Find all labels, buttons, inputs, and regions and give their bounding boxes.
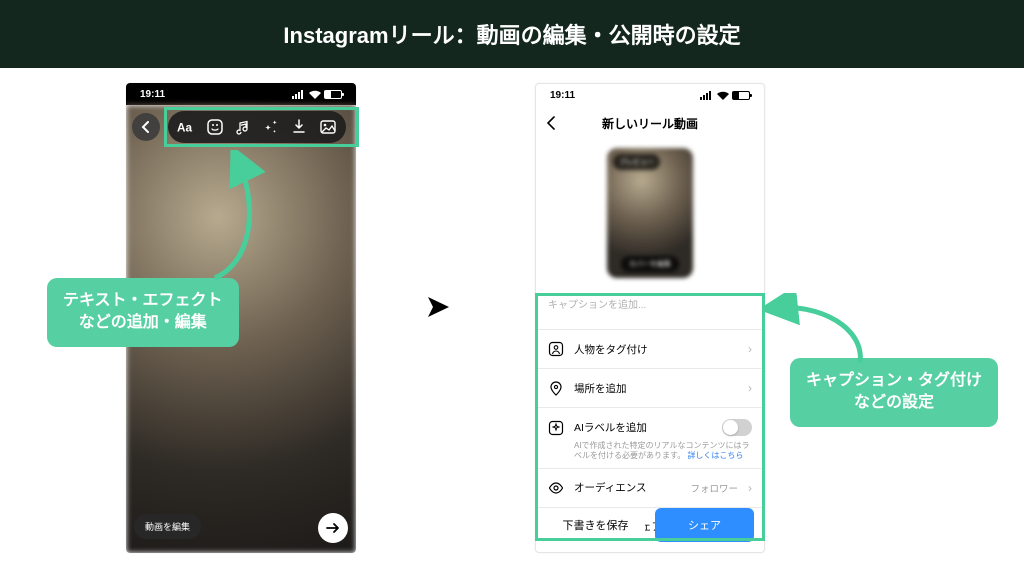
status-time: 19:11 — [550, 90, 575, 101]
cover-edit-badge: カバーを編集 — [621, 256, 679, 272]
status-icons — [700, 91, 750, 100]
arrow-right-annotation — [765, 293, 885, 373]
arrow-left-annotation — [195, 150, 285, 285]
status-icons — [292, 90, 342, 99]
next-button[interactable] — [318, 513, 348, 543]
wifi-icon — [717, 91, 729, 100]
page-title: Instagramリール：動画の編集・公開時の設定 — [0, 0, 1024, 68]
signal-icon — [700, 91, 714, 100]
back-button[interactable] — [132, 113, 160, 141]
status-time: 19:11 — [140, 89, 165, 100]
edit-video-button[interactable]: 動画を編集 — [134, 514, 201, 539]
preview-badge: プレビュー — [613, 154, 660, 170]
wifi-icon — [309, 90, 321, 99]
arrow-right-icon — [326, 522, 340, 534]
transition-arrow-icon — [425, 293, 455, 321]
battery-icon — [732, 91, 750, 100]
signal-icon — [292, 90, 306, 99]
navbar-title: 新しいリール動画 — [602, 115, 698, 132]
video-thumbnail[interactable]: プレビュー カバーを編集 — [607, 148, 693, 278]
annotation-left: テキスト・エフェクト などの追加・編集 — [47, 278, 239, 347]
chevron-left-icon — [546, 116, 556, 130]
battery-icon — [324, 90, 342, 99]
back-button[interactable] — [546, 116, 556, 130]
chevron-left-icon — [141, 121, 151, 133]
navbar: 新しいリール動画 — [536, 106, 764, 140]
status-bar: 19:11 — [126, 83, 356, 105]
highlight-toolbar — [164, 107, 359, 147]
highlight-settings — [535, 293, 765, 541]
stage: 19:11 Aa 動画を編集 — [0, 68, 1024, 576]
status-bar: 19:11 — [536, 84, 764, 106]
